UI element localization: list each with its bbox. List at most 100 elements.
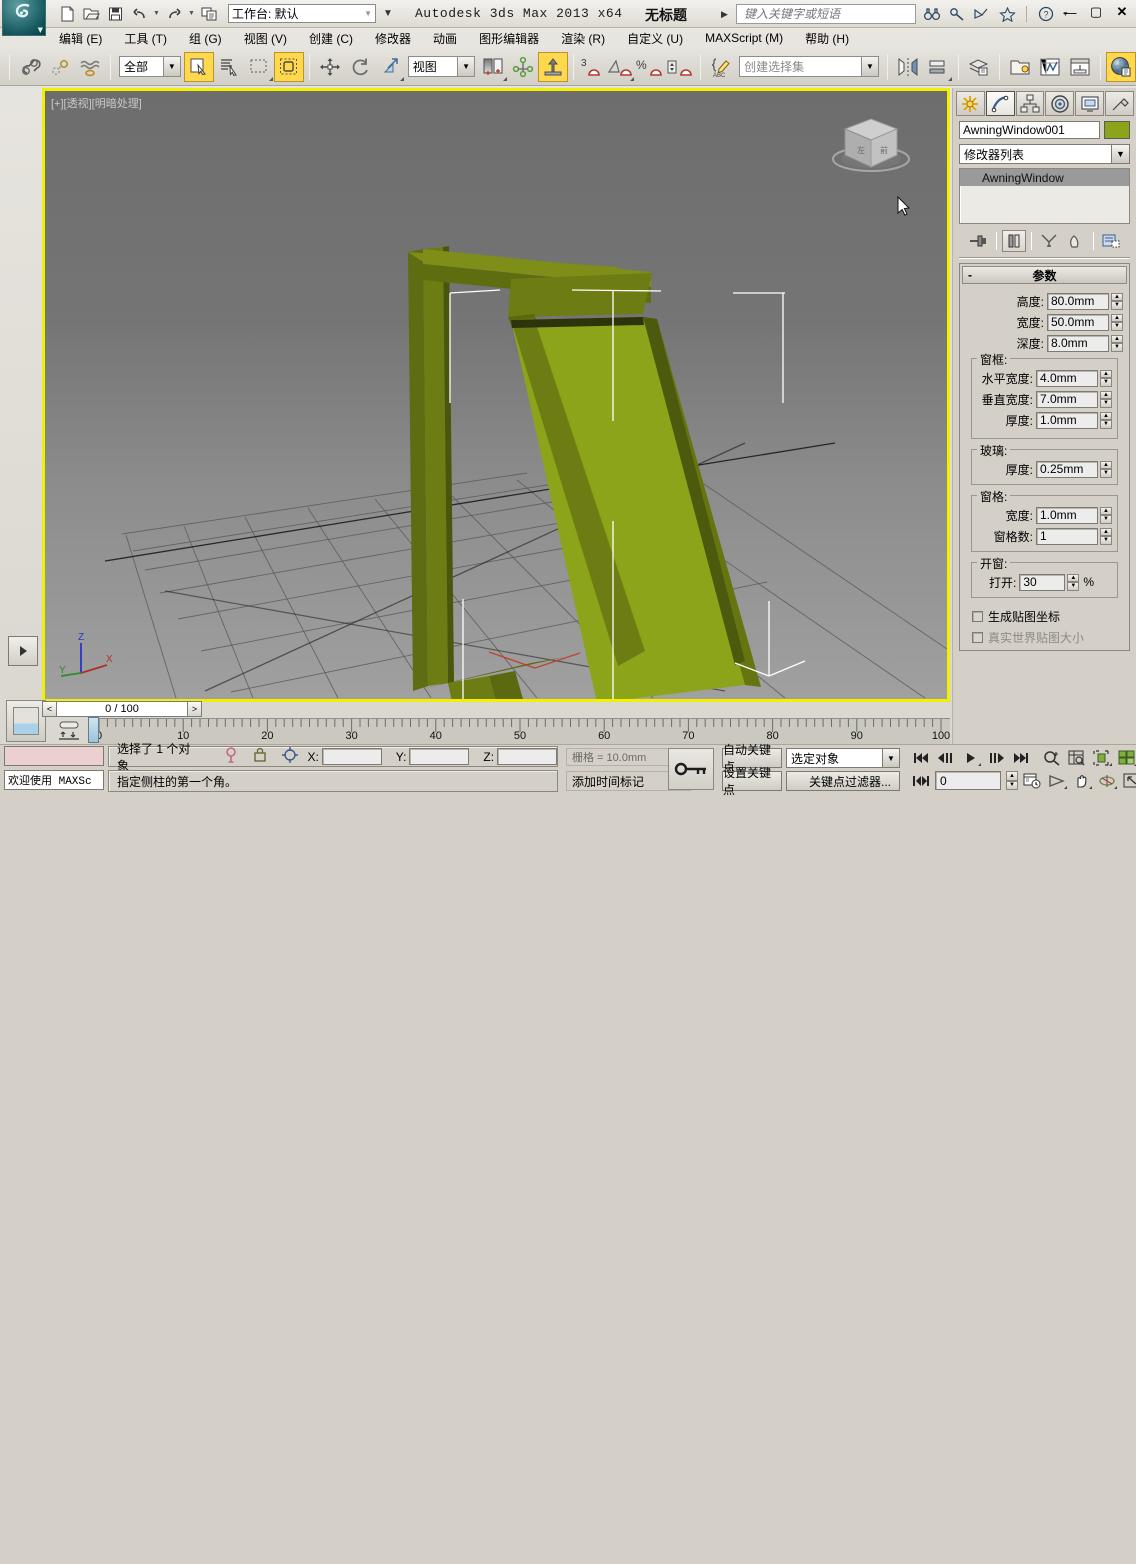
menu-item-edit[interactable]: 编辑 (E) <box>48 28 113 49</box>
display-tab-icon[interactable] <box>1075 91 1105 116</box>
width-spinner[interactable]: ▲ ▼ <box>1111 313 1123 331</box>
pane-width-spinner[interactable]: ▲ ▼ <box>1100 506 1112 524</box>
key-filters-button[interactable]: 关键点过滤器... <box>786 771 900 791</box>
glass-thickness-spinner[interactable]: ▲ ▼ <box>1100 460 1112 478</box>
motion-tab-icon[interactable] <box>1045 91 1075 116</box>
remove-modifier-icon[interactable] <box>1064 230 1088 252</box>
chevron-down-icon[interactable]: ▼ <box>882 749 899 767</box>
chevron-down-icon[interactable]: ▼ <box>1111 145 1129 163</box>
app-logo-button[interactable]: ▼ <box>2 0 46 36</box>
mirror-icon[interactable] <box>893 52 923 82</box>
workspace-selector[interactable]: 工作台: 默认 ▼ <box>228 4 376 23</box>
create-tab-icon[interactable] <box>956 91 985 116</box>
parameters-rollout-header[interactable]: - 参数 <box>962 266 1127 284</box>
object-name-field[interactable]: AwningWindow001 <box>959 121 1100 139</box>
zoom-icon[interactable] <box>1041 748 1063 767</box>
next-frame-button[interactable]: > <box>187 701 202 717</box>
align-icon[interactable] <box>923 52 953 82</box>
zoom-extents-all-icon[interactable] <box>1116 748 1136 767</box>
menu-item-tools[interactable]: 工具 (T) <box>113 28 178 49</box>
spinner-snap-toggle-icon[interactable] <box>665 52 695 82</box>
height-field[interactable]: 80.0mm <box>1047 292 1109 310</box>
selection-lock-icon[interactable] <box>253 746 267 767</box>
search-box[interactable] <box>736 4 916 24</box>
open-file-icon[interactable] <box>80 3 102 25</box>
binoculars-icon[interactable] <box>922 4 942 24</box>
select-and-move-icon[interactable] <box>315 52 345 82</box>
selection-filter-combo[interactable]: 全部 ▼ <box>119 56 181 77</box>
curve-editor-icon[interactable] <box>1035 52 1065 82</box>
select-and-rotate-icon[interactable] <box>345 52 375 82</box>
reference-coordinate-combo[interactable]: 视图 ▼ <box>407 56 476 77</box>
menu-item-views[interactable]: 视图 (V) <box>233 28 298 49</box>
next-frame-icon[interactable] <box>985 748 1007 767</box>
zoom-region-icon[interactable] <box>1066 748 1088 767</box>
chevron-down-icon[interactable]: ▼ <box>861 57 878 76</box>
unlink-selection-icon[interactable] <box>45 52 75 82</box>
height-spinner[interactable]: ▲ ▼ <box>1111 292 1123 310</box>
depth-spinner[interactable]: ▲ ▼ <box>1111 334 1123 352</box>
configure-modifier-sets-icon[interactable] <box>1099 230 1123 252</box>
undo-dropdown-icon[interactable]: ▼ <box>152 10 161 17</box>
set-key-button[interactable]: 设置关键点 <box>722 766 782 797</box>
key-filter-scope-combo[interactable]: 选定对象 ▼ <box>786 748 900 768</box>
play-animation-icon[interactable] <box>960 748 982 767</box>
zoom-extents-icon[interactable] <box>1091 748 1113 767</box>
select-and-link-icon[interactable] <box>15 52 45 82</box>
named-selection-sets-combo[interactable]: 创建选择集 ▼ <box>739 56 879 77</box>
current-frame-spinner[interactable]: ▲ ▼ <box>1006 771 1018 790</box>
show-end-result-icon[interactable] <box>1001 230 1026 252</box>
coord-z-field[interactable] <box>497 748 557 765</box>
layer-manager-icon[interactable] <box>964 52 994 82</box>
orbit-icon[interactable] <box>1096 771 1118 790</box>
make-unique-icon[interactable] <box>1037 230 1061 252</box>
set-key-mode-button[interactable] <box>668 748 714 790</box>
undo-icon[interactable] <box>128 3 150 25</box>
absolute-relative-transform-icon[interactable] <box>281 746 299 767</box>
search-input[interactable] <box>742 5 910 23</box>
new-file-icon[interactable] <box>56 3 78 25</box>
generate-mapping-coords-row[interactable]: 生成贴图坐标 <box>972 608 1123 625</box>
workspace-dropdown-icon[interactable]: ▼ <box>383 8 393 19</box>
modifier-list-combo[interactable]: 修改器列表 ▼ <box>959 144 1130 164</box>
edit-named-selection-sets-icon[interactable]: ABC <box>706 52 736 82</box>
current-frame-field[interactable]: 0 <box>935 771 1001 790</box>
perspective-viewport[interactable]: [+][透视][明暗处理] 左 前 Z X Y <box>45 91 947 699</box>
redo-icon[interactable] <box>163 3 185 25</box>
pane-width-field[interactable]: 1.0mm <box>1036 506 1098 524</box>
bind-to-space-warp-icon[interactable] <box>75 52 105 82</box>
frame-thickness-field[interactable]: 1.0mm <box>1036 411 1098 429</box>
use-pivot-point-center-icon[interactable] <box>478 52 508 82</box>
toggle-scene-explorer-icon[interactable] <box>1005 52 1035 82</box>
modifier-stack[interactable]: AwningWindow <box>959 168 1130 224</box>
hierarchy-tab-icon[interactable] <box>1015 91 1045 116</box>
window-crossing-icon[interactable] <box>273 51 304 82</box>
key-mode-toggle-icon[interactable] <box>910 771 932 790</box>
menu-item-create[interactable]: 创建 (C) <box>298 28 364 49</box>
layer-thumbnail-button[interactable] <box>6 700 46 742</box>
percent-snap-toggle-icon[interactable] <box>605 52 635 82</box>
open-spinner[interactable]: ▲ ▼ <box>1067 573 1080 591</box>
field-of-view-icon[interactable] <box>1046 771 1068 790</box>
pin-stack-icon[interactable] <box>967 230 991 252</box>
menu-item-help[interactable]: 帮助 (H) <box>794 28 860 49</box>
frame-indicator[interactable]: 0 / 100 <box>57 701 187 717</box>
time-configuration-icon[interactable] <box>1021 771 1043 790</box>
frame-thickness-spinner[interactable]: ▲ ▼ <box>1100 411 1112 429</box>
modifier-stack-item[interactable]: AwningWindow <box>960 169 1129 186</box>
glass-thickness-field[interactable]: 0.25mm <box>1036 460 1098 478</box>
menu-item-animation[interactable]: 动画 <box>422 28 468 49</box>
horizontal-width-spinner[interactable]: ▲ ▼ <box>1100 369 1112 387</box>
depth-field[interactable]: 8.0mm <box>1047 334 1109 352</box>
time-slider-handle[interactable] <box>88 717 99 743</box>
track-bar-ruler[interactable]: 0 10 20 30 40 50 60 70 80 90 100 <box>90 718 950 744</box>
track-bar-key-icon[interactable] <box>55 719 83 743</box>
menu-item-graph-editors[interactable]: 图形编辑器 <box>468 28 550 49</box>
vertical-width-field[interactable]: 7.0mm <box>1036 390 1098 408</box>
pane-count-field[interactable]: 1 <box>1036 527 1098 545</box>
schematic-view-icon[interactable] <box>1065 52 1095 82</box>
key-icon[interactable] <box>947 4 967 24</box>
redo-dropdown-icon[interactable]: ▼ <box>187 10 196 17</box>
pane-count-spinner[interactable]: ▲ ▼ <box>1100 527 1112 545</box>
horizontal-width-field[interactable]: 4.0mm <box>1036 369 1098 387</box>
